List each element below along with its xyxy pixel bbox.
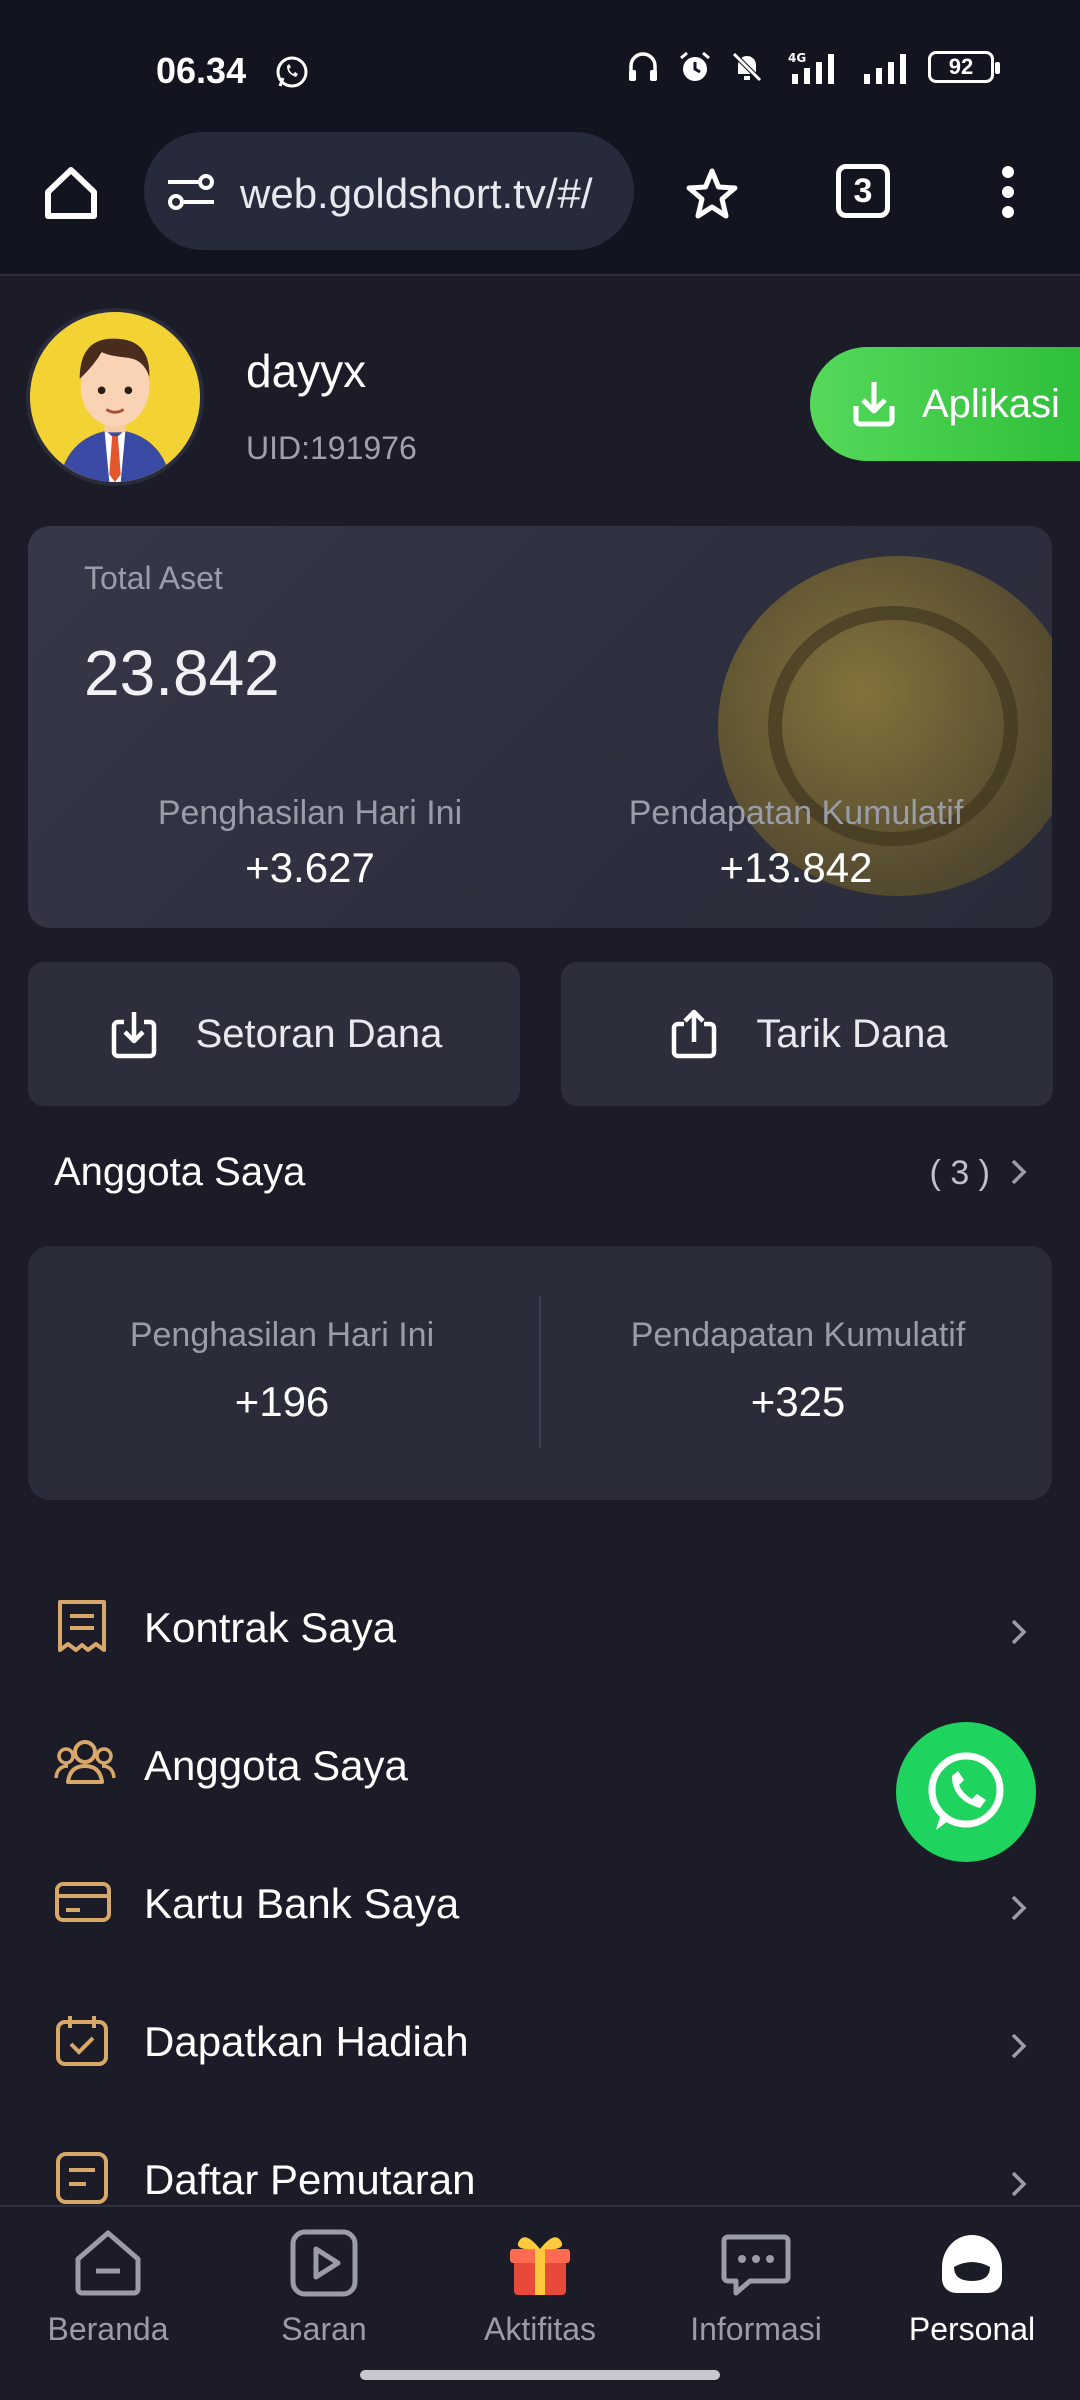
chevron-right-icon xyxy=(1011,2171,1027,2197)
chevron-right-icon[interactable] xyxy=(1008,1156,1028,1188)
members-today-value: +196 xyxy=(234,1378,330,1425)
status-bar: 06.34 4G 92 xyxy=(0,0,1080,130)
svg-text:4G: 4G xyxy=(788,51,806,65)
withdraw-label: Tarik Dana xyxy=(756,1011,948,1056)
browser-toolbar: web.goldshort.tv/#/ 3 xyxy=(0,130,1080,276)
signal-icon xyxy=(864,54,906,84)
download-icon xyxy=(853,382,895,427)
battery-indicator: 92 xyxy=(928,51,1000,83)
total-assets-label: Total Aset xyxy=(84,560,223,596)
chevron-right-icon xyxy=(1011,1619,1027,1645)
browser-home-icon[interactable] xyxy=(40,162,102,224)
download-app-label: Aplikasi xyxy=(922,381,1060,426)
whatsapp-notification-icon xyxy=(276,56,308,88)
playlist-icon xyxy=(56,2152,108,2204)
contract-icon xyxy=(58,1600,106,1652)
avatar-illustration xyxy=(30,312,200,482)
nav-activities[interactable]: Aktifitas xyxy=(450,2227,630,2367)
members-icon xyxy=(54,1740,116,1784)
nav-suggestions[interactable]: Saran xyxy=(234,2227,414,2367)
nav-label: Informasi xyxy=(690,2311,822,2347)
menu-label: Daftar Pemutaran xyxy=(144,2156,476,2203)
withdraw-icon xyxy=(672,1009,717,1059)
chevron-right-icon xyxy=(1011,1895,1027,1921)
signal-4g-icon: 4G xyxy=(788,51,834,84)
username: dayyx xyxy=(246,345,367,397)
asset-card: Total Aset 23.842 Penghasilan Hari Ini +… xyxy=(28,526,1052,928)
home-indicator[interactable] xyxy=(360,2370,720,2380)
chevron-right-icon xyxy=(1011,2033,1027,2059)
site-settings-icon[interactable] xyxy=(166,172,216,212)
cumulative-income-value: +13.842 xyxy=(719,844,873,891)
nav-label: Beranda xyxy=(47,2311,169,2347)
menu-item-contracts[interactable]: Kontrak Saya xyxy=(0,1568,1080,1688)
nav-personal[interactable]: Personal xyxy=(882,2227,1062,2367)
status-icons: 4G 92 xyxy=(626,50,1000,84)
status-time: 06.34 xyxy=(156,50,247,91)
menu-label: Dapatkan Hadiah xyxy=(144,2018,469,2065)
nav-label: Saran xyxy=(281,2311,367,2347)
total-assets-value: 23.842 xyxy=(84,637,280,709)
chat-icon xyxy=(721,2234,791,2296)
members-section-title: Anggota Saya xyxy=(54,1150,306,1194)
nav-label: Personal xyxy=(908,2311,1036,2347)
deposit-button[interactable]: Setoran Dana xyxy=(28,962,520,1106)
headphones-icon xyxy=(629,52,657,81)
cumulative-income-label: Pendapatan Kumulatif xyxy=(628,794,964,832)
url-text[interactable]: web.goldshort.tv/#/ xyxy=(240,170,620,218)
personal-icon xyxy=(942,2235,1002,2293)
nav-label: Aktifitas xyxy=(483,2311,597,2347)
nav-home[interactable]: Beranda xyxy=(18,2227,198,2367)
members-cumulative-label: Pendapatan Kumulatif xyxy=(630,1316,966,1354)
address-bar[interactable]: web.goldshort.tv/#/ xyxy=(144,132,634,250)
play-icon xyxy=(290,2229,358,2297)
mute-bell-icon xyxy=(732,52,762,82)
menu-label: Anggota Saya xyxy=(144,1742,408,1789)
nav-information[interactable]: Informasi xyxy=(666,2227,846,2367)
today-earnings-label: Penghasilan Hari Ini xyxy=(157,794,463,832)
browser-menu-icon[interactable] xyxy=(996,164,1020,220)
members-count[interactable]: ( 3 ) xyxy=(930,1154,990,1193)
deposit-icon xyxy=(111,1012,156,1059)
download-app-button[interactable]: Aplikasi xyxy=(810,347,1080,461)
menu-item-bank-card[interactable]: Kartu Bank Saya xyxy=(0,1844,1080,1964)
whatsapp-icon xyxy=(928,1752,1004,1830)
alarm-icon xyxy=(680,51,710,81)
calendar-check-icon xyxy=(56,2016,108,2066)
withdraw-button[interactable]: Tarik Dana xyxy=(561,962,1053,1106)
avatar[interactable] xyxy=(26,308,204,486)
gift-icon xyxy=(510,2237,570,2295)
user-id: UID:191976 xyxy=(246,430,417,466)
menu-item-rewards[interactable]: Dapatkan Hadiah xyxy=(0,1982,1080,2102)
divider xyxy=(539,1296,541,1448)
menu-label: Kartu Bank Saya xyxy=(144,1880,460,1927)
members-cumulative-value: +325 xyxy=(750,1378,846,1425)
whatsapp-chat-button[interactable] xyxy=(896,1722,1036,1862)
members-today-label: Penghasilan Hari Ini xyxy=(129,1316,435,1354)
tab-switcher-button[interactable]: 3 xyxy=(836,164,890,218)
today-earnings-value: +3.627 xyxy=(245,844,375,891)
members-earnings-card: Penghasilan Hari Ini +196 Pendapatan Kum… xyxy=(28,1246,1052,1500)
bookmark-star-icon[interactable] xyxy=(684,166,740,222)
bank-card-icon xyxy=(55,1882,111,1922)
menu-label: Kontrak Saya xyxy=(144,1604,397,1651)
home-icon xyxy=(75,2230,141,2296)
deposit-label: Setoran Dana xyxy=(195,1011,443,1056)
